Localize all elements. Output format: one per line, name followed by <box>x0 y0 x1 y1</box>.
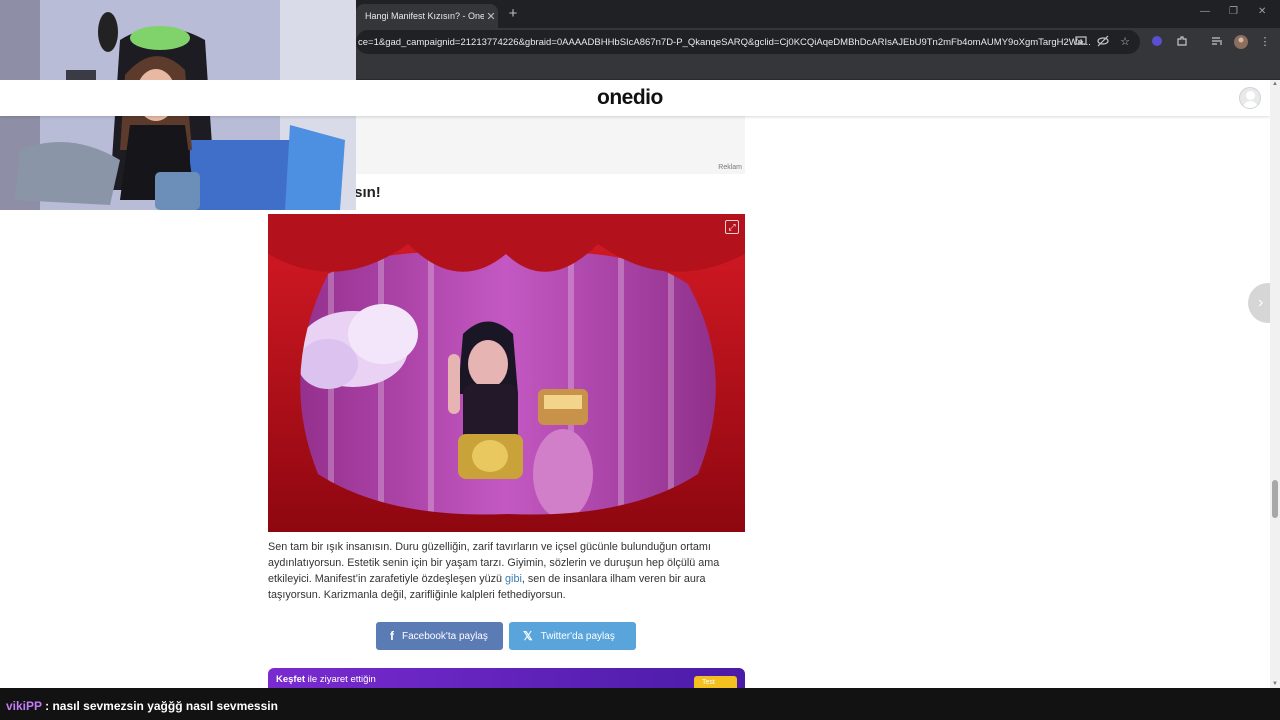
scroll-up-icon[interactable]: ▲ <box>1271 81 1279 87</box>
chat-username: vikiPP <box>6 699 42 713</box>
facebook-share-button[interactable]: f Facebook'ta paylaş <box>376 622 503 650</box>
expand-icon[interactable]: ⤢ <box>725 220 739 234</box>
tab-close-icon[interactable]: ✕ <box>484 10 498 23</box>
share-buttons: f Facebook'ta paylaş 𝕏 Twitter'da paylaş <box>376 622 636 650</box>
scroll-thumb[interactable] <box>1272 480 1278 518</box>
discover-text: ile ziyaret ettiğin <box>305 674 376 685</box>
url-text: ce=1&gad_campaignid=21213774226&gbraid=0… <box>358 36 1091 48</box>
twitter-share-label: Twitter'da paylaş <box>540 630 615 642</box>
page-scrollbar[interactable]: ▲ ▼ <box>1270 80 1280 688</box>
eye-off-icon[interactable] <box>1096 35 1110 49</box>
media-control-icon[interactable] <box>1210 35 1224 49</box>
stream-chat-message: vikiPP : nasıl sevmezsin yağğğ nasıl sev… <box>0 688 1280 720</box>
tab-onedio[interactable]: Hangi Manifest Kızısın? - Onedio ✕ <box>356 4 498 28</box>
extensions-puzzle-icon[interactable] <box>1175 35 1189 49</box>
maximize-button[interactable]: ❐ <box>1229 6 1238 17</box>
site-logo[interactable]: onedio <box>597 86 663 110</box>
close-window-button[interactable]: ✕ <box>1258 6 1266 17</box>
menu-kebab-icon[interactable]: ⋮ <box>1258 35 1272 49</box>
facebook-icon: f <box>390 629 394 643</box>
scroll-down-icon[interactable]: ▼ <box>1271 681 1279 687</box>
site-header: onedio <box>0 80 1270 116</box>
ad-label: Reklam <box>718 164 742 171</box>
x-icon: 𝕏 <box>523 629 533 643</box>
minimize-button[interactable]: — <box>1200 6 1210 17</box>
chat-text: : nasıl sevmezsin yağğğ nasıl sevmessin <box>41 699 278 713</box>
facebook-share-label: Facebook'ta paylaş <box>402 630 488 642</box>
user-icon[interactable] <box>1239 87 1261 109</box>
result-photo-illustration <box>268 214 745 532</box>
install-app-icon[interactable] <box>1074 35 1088 49</box>
new-tab-button[interactable]: + <box>505 5 521 22</box>
extension-icon[interactable] <box>1150 35 1164 49</box>
result-description: Sen tam bir ışık insanısın. Duru güzelli… <box>268 539 738 603</box>
twitter-share-button[interactable]: 𝕏 Twitter'da paylaş <box>509 622 636 650</box>
discover-banner[interactable]: Keşfet ile ziyaret ettiğin Test <box>268 668 745 688</box>
result-image: ⤢ <box>268 214 745 532</box>
tab-title: Hangi Manifest Kızısın? - Onedio <box>365 11 484 21</box>
description-link[interactable]: gibi <box>505 573 522 585</box>
profile-avatar-icon[interactable] <box>1234 35 1248 49</box>
test-badge: Test <box>694 676 737 688</box>
bookmark-star-icon[interactable]: ☆ <box>1118 35 1132 49</box>
address-bar[interactable]: ce=1&gad_campaignid=21213774226&gbraid=0… <box>356 30 1140 54</box>
discover-bold: Keşfet <box>276 674 306 685</box>
